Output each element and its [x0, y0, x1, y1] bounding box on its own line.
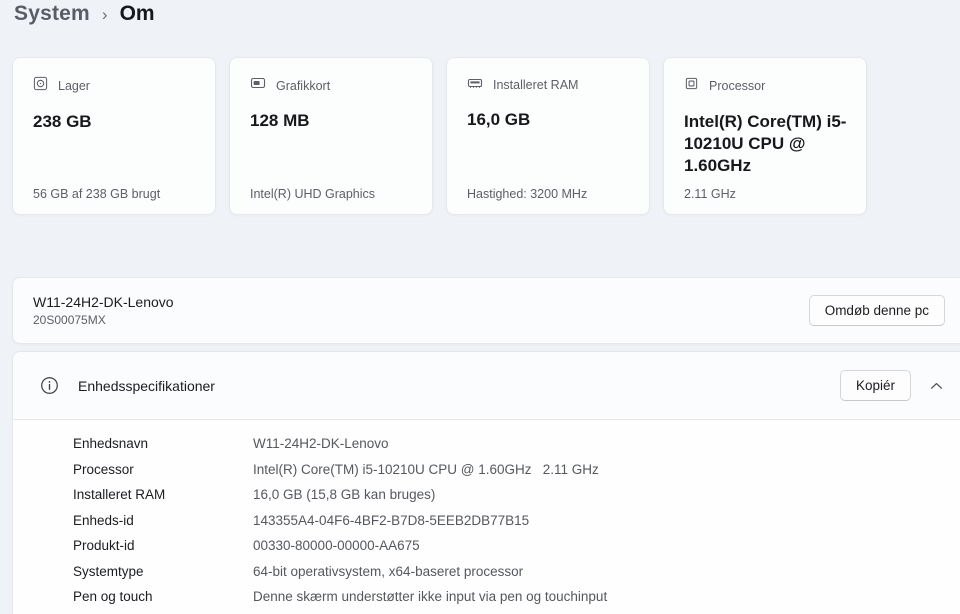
spec-row-device-id: Enheds-id 143355A4-04F6-4BF2-B7D8-5EEB2D… — [73, 508, 960, 534]
processor-card-footer: 2.11 GHz — [684, 187, 736, 201]
device-specs-header[interactable]: Enhedsspecifikationer Kopiér — [13, 352, 960, 419]
processor-card-label: Processor — [709, 79, 766, 93]
spec-row-system-type: Systemtype 64-bit operativsystem, x64-ba… — [73, 559, 960, 585]
graphics-card-footer: Intel(R) UHD Graphics — [250, 187, 376, 201]
storage-card-value: 238 GB — [33, 112, 92, 131]
spec-row-pen-touch: Pen og touch Denne skærm understøtter ik… — [73, 584, 960, 610]
storage-icon — [33, 76, 48, 96]
spec-label: Enhedsnavn — [73, 436, 149, 452]
device-model: 20S00075MX — [33, 313, 106, 327]
ram-card-footer: Hastighed: 3200 MHz — [467, 187, 588, 201]
processor-card[interactable]: Processor Intel(R) Core(TM) i5-10210U CP… — [663, 57, 867, 215]
ram-card[interactable]: Installeret RAM 16,0 GB Hastighed: 3200 … — [446, 57, 650, 215]
storage-card-footer: 56 GB af 238 GB brugt — [33, 187, 161, 201]
page-title: Om — [119, 2, 155, 25]
spec-value: 16,0 GB (15,8 GB kan bruges) — [253, 487, 436, 503]
spec-value: W11-24H2-DK-Lenovo — [253, 436, 389, 452]
spec-value: 64-bit operativsystem, x64-baseret proce… — [253, 563, 524, 579]
spec-value: Intel(R) Core(TM) i5-10210U CPU @ 1.60GH… — [253, 461, 599, 477]
ram-card-label: Installeret RAM — [493, 78, 579, 92]
graphics-card-label: Grafikkort — [276, 78, 331, 93]
spec-value: 00330-80000-00000-AA675 — [253, 538, 420, 554]
device-specs-title: Enhedsspecifikationer — [78, 377, 215, 394]
spec-value: 143355A4-04F6-4BF2-B7D8-5EEB2DB77B15 — [253, 512, 530, 528]
ram-icon — [467, 76, 483, 94]
device-name-panel: W11-24H2-DK-Lenovo 20S00075MX Omdøb denn… — [12, 277, 960, 344]
device-specs-panel: Enhedsspecifikationer Kopiér Enhedsnavn … — [12, 351, 960, 614]
breadcrumb: System › Om — [14, 2, 155, 26]
device-name: W11-24H2-DK-Lenovo — [33, 294, 174, 310]
summary-cards: Lager 238 GB 56 GB af 238 GB brugt Grafi… — [12, 57, 867, 215]
spec-label: Installeret RAM — [73, 487, 166, 503]
spec-label: Pen og touch — [73, 589, 153, 605]
spec-row-device-name: Enhedsnavn W11-24H2-DK-Lenovo — [73, 431, 960, 457]
spec-row-product-id: Produkt-id 00330-80000-00000-AA675 — [73, 533, 960, 559]
spec-label: Produkt-id — [73, 538, 135, 554]
graphics-card-value: 128 MB — [250, 111, 310, 130]
spec-label: Systemtype — [73, 563, 144, 579]
chevron-up-icon[interactable] — [930, 382, 943, 390]
device-specs-list: Enhedsnavn W11-24H2-DK-Lenovo Processor … — [13, 420, 960, 614]
spec-row-processor: Processor Intel(R) Core(TM) i5-10210U CP… — [73, 457, 960, 483]
processor-card-value: Intel(R) Core(TM) i5-10210U CPU @ 1.60GH… — [684, 112, 847, 175]
graphics-card[interactable]: Grafikkort 128 MB Intel(R) UHD Graphics — [229, 57, 433, 215]
storage-card-label: Lager — [58, 79, 90, 93]
copy-button[interactable]: Kopiér — [839, 370, 911, 401]
storage-card[interactable]: Lager 238 GB 56 GB af 238 GB brugt — [12, 57, 216, 215]
spec-row-installed-ram: Installeret RAM 16,0 GB (15,8 GB kan bru… — [73, 482, 960, 508]
spec-label: Enheds-id — [73, 512, 134, 528]
spec-label: Processor — [73, 461, 134, 477]
gpu-icon — [250, 76, 266, 95]
cpu-icon — [684, 76, 699, 96]
info-icon — [40, 376, 59, 395]
ram-card-value: 16,0 GB — [467, 110, 531, 129]
breadcrumb-parent[interactable]: System — [14, 2, 90, 26]
spec-value: Denne skærm understøtter ikke input via … — [253, 589, 608, 605]
chevron-right-icon: › — [101, 5, 108, 24]
rename-pc-button[interactable]: Omdøb denne pc — [808, 295, 945, 326]
